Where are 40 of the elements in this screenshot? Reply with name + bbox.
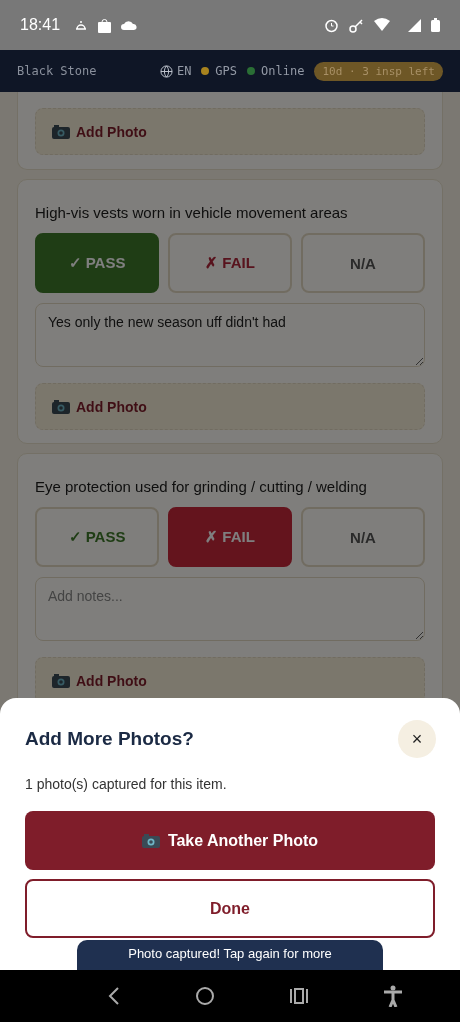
sheet-title: Add More Photos? (25, 728, 194, 750)
toast-message: Photo captured! Tap again for more (77, 940, 383, 970)
take-photo-button[interactable]: Take Another Photo (25, 811, 435, 870)
signal-icon (408, 18, 421, 32)
status-time: 18:41 (20, 16, 61, 34)
camera-icon (141, 833, 160, 848)
answer-option[interactable]: ✓ PASS (35, 233, 159, 293)
add-photo-button[interactable]: Add Photo (35, 108, 425, 155)
brand-name: Black Stone (17, 64, 97, 78)
answer-option[interactable]: N/A (301, 233, 425, 293)
answer-option[interactable]: ✗ FAIL (168, 233, 292, 293)
back-icon[interactable] (107, 987, 120, 1005)
shopping-bag-icon (98, 17, 112, 33)
answer-option[interactable]: N/A (301, 507, 425, 567)
status-label: Online (261, 64, 305, 78)
notes-field[interactable]: Yes only the new season uff didn't had (35, 303, 425, 367)
bell-icon (74, 18, 89, 32)
add-photo-button[interactable]: Add Photo (35, 383, 425, 430)
battery-icon (431, 18, 440, 32)
camera-icon (52, 673, 70, 688)
status-label: GPS (215, 64, 238, 78)
accessibility-icon[interactable] (382, 985, 403, 1007)
cloud-icon (121, 20, 138, 30)
home-icon[interactable] (194, 986, 215, 1006)
notes-field[interactable]: Add notes... (35, 577, 425, 641)
globe-icon (159, 64, 173, 78)
question-text: Eye protection used for grinding / cutting / welding (35, 478, 368, 495)
alarm-icon (324, 17, 339, 33)
done-button[interactable]: Done (25, 879, 435, 938)
recents-icon[interactable] (289, 988, 308, 1004)
answer-option[interactable]: ✗ FAIL (168, 507, 292, 567)
trial-badge: 10d · 3 insp left (314, 61, 443, 81)
close-button[interactable]: × (398, 720, 436, 758)
key-icon (349, 17, 364, 33)
camera-icon (52, 124, 70, 139)
question-text: High-vis vests worn in vehicle movement areas (35, 204, 349, 221)
language-selector[interactable]: EN (176, 64, 192, 78)
sheet-message: 1 photo(s) captured for this item. (25, 776, 228, 792)
camera-icon (52, 399, 70, 414)
answer-option[interactable]: ✓ PASS (35, 507, 159, 567)
